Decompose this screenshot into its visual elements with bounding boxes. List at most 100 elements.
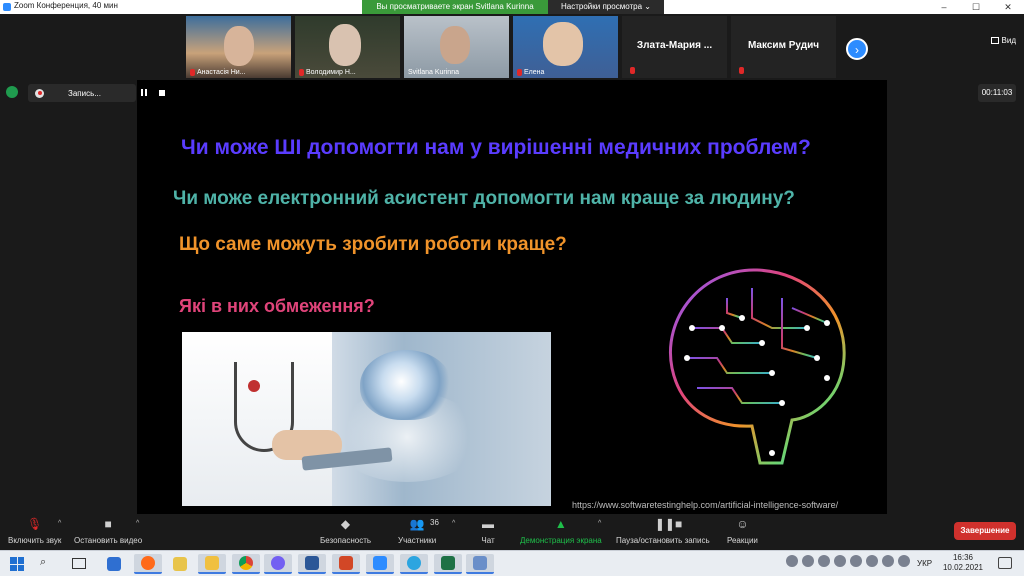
stop-share-icon[interactable] <box>159 90 165 96</box>
audio-options-caret-icon[interactable]: ^ <box>58 520 61 527</box>
taskbar-app-chrome[interactable] <box>232 554 260 574</box>
participant-name-label: Svitlana Kurinna <box>408 69 459 76</box>
view-options-button[interactable]: Настройки просмотра ⌄ <box>548 0 664 14</box>
screen-share-bar: Вы просматриваете экран Svitlana Kurinna… <box>362 0 664 14</box>
stethoscope-head <box>248 380 260 392</box>
video-options-caret-icon[interactable]: ^ <box>136 520 139 527</box>
taskbar-app-zoom[interactable] <box>366 554 394 574</box>
encryption-shield-icon[interactable] <box>6 86 18 98</box>
pause-share-icon[interactable] <box>141 89 147 96</box>
pause-recording-button[interactable]: ❚❚■ Пауза/остановить запись <box>616 518 710 545</box>
system-tray <box>786 555 910 567</box>
participant-name-label: Володимир Н... <box>299 69 356 76</box>
participants-options-caret-icon[interactable]: ^ <box>452 520 455 527</box>
security-button[interactable]: ◆ Безопасность <box>320 518 371 545</box>
participants-label: Участники <box>398 536 437 545</box>
taskbar-app-photos[interactable] <box>466 554 494 574</box>
stop-video-button[interactable]: ■ Остановить видео <box>74 518 142 545</box>
tray-icon[interactable] <box>818 555 830 567</box>
view-button[interactable]: Вид <box>990 36 1016 45</box>
participant-tile[interactable]: Злата-Мария ... <box>622 16 727 78</box>
reactions-button[interactable]: ☺ Реакции <box>727 518 758 545</box>
participants-count: 36 <box>430 518 439 527</box>
participant-tile[interactable]: Елена <box>513 16 618 78</box>
hologram-brain-icon <box>360 350 452 420</box>
participant-name: Володимир Н... <box>306 69 356 76</box>
taskbar-app-powerpoint[interactable] <box>332 554 360 574</box>
viber-icon <box>271 556 285 570</box>
taskbar-app-word[interactable] <box>298 554 326 574</box>
taskbar-app-telegram[interactable] <box>400 554 428 574</box>
chat-button[interactable]: ▬ Чат <box>480 518 496 545</box>
taskbar-app-explorer[interactable] <box>100 554 128 574</box>
taskbar-clock[interactable]: 16:36 10.02.2021 <box>938 553 988 573</box>
window-controls: – ☐ ✕ <box>928 0 1024 14</box>
next-participants-button[interactable]: › <box>846 38 868 60</box>
notifications-icon[interactable] <box>998 557 1012 569</box>
participant-video <box>329 24 361 66</box>
participant-video <box>224 26 254 66</box>
photos-icon <box>473 556 487 570</box>
participant-tile[interactable]: Максим Рудич <box>731 16 836 78</box>
meeting-timer: 00:11:03 <box>978 84 1016 102</box>
search-icon[interactable]: ⌕ <box>40 556 46 569</box>
windows-start-icon[interactable] <box>10 557 24 571</box>
keyboard-language[interactable]: УКР <box>917 559 932 568</box>
slide-source-url: https://www.softwaretestinghelp.com/arti… <box>572 500 839 510</box>
participant-tile[interactable]: Володимир Н... <box>295 16 400 78</box>
camera-icon: ■ <box>104 517 112 531</box>
participant-gallery: Анастасія Ни... Володимир Н... Svitlana … <box>0 14 1024 80</box>
shared-screen: Чи може ШІ допомогти нам у вирішенні мед… <box>137 80 887 514</box>
share-screen-label: Демонстрация экрана <box>520 536 602 545</box>
end-meeting-button[interactable]: Завершение <box>954 522 1016 540</box>
tray-icon[interactable] <box>866 555 878 567</box>
mic-muted-icon <box>190 69 195 76</box>
slide-question-3: Що саме можуть зробити роботи краще? <box>179 234 567 255</box>
meeting-toolbar: 🎙 Включить звук ^ ■ Остановить видео ^ ◆… <box>0 514 1024 550</box>
tray-icon[interactable] <box>786 555 798 567</box>
zoom-logo-icon <box>3 3 11 11</box>
mic-muted-icon <box>299 69 304 76</box>
folder-icon <box>173 557 187 571</box>
tray-icon[interactable] <box>850 555 862 567</box>
share-screen-button[interactable]: ▲ Демонстрация экрана <box>520 518 602 545</box>
task-view-icon[interactable] <box>72 558 86 569</box>
shield-icon: ◆ <box>340 517 351 531</box>
participant-tile[interactable]: Svitlana Kurinna <box>404 16 509 78</box>
pause-stop-icon: ❚❚■ <box>654 517 683 531</box>
taskbar-app-files[interactable] <box>166 554 194 574</box>
taskbar-app-excel[interactable] <box>434 554 462 574</box>
tray-icon[interactable] <box>802 555 814 567</box>
participant-tile[interactable]: Анастасія Ни... <box>186 16 291 78</box>
tray-icon[interactable] <box>898 555 910 567</box>
participants-icon: 👥 <box>409 517 425 531</box>
taskbar-app-folder[interactable] <box>198 554 226 574</box>
taskbar-app-viber[interactable] <box>264 554 292 574</box>
window-titlebar: Zoom Конференция, 40 мин Вы просматривае… <box>0 0 1024 14</box>
participant-video <box>440 26 470 64</box>
grid-view-icon <box>990 37 999 44</box>
mic-muted-icon: 🎙 <box>27 517 43 531</box>
tray-icon[interactable] <box>834 555 846 567</box>
participant-name: Елена <box>524 69 545 76</box>
share-options-caret-icon[interactable]: ^ <box>598 520 601 527</box>
recording-indicator[interactable]: Запись... <box>28 84 136 102</box>
reactions-label: Реакции <box>727 536 758 545</box>
chat-label: Чат <box>481 536 495 545</box>
clock-time: 16:36 <box>952 553 974 562</box>
participant-video <box>543 22 583 66</box>
chrome-icon <box>239 556 253 570</box>
record-icon <box>35 88 44 98</box>
minimize-button[interactable]: – <box>928 0 960 14</box>
unmute-button[interactable]: 🎙 Включить звук <box>8 518 61 545</box>
close-button[interactable]: ✕ <box>992 0 1024 14</box>
unmute-label: Включить звук <box>8 536 62 545</box>
taskbar-app-firefox[interactable] <box>134 554 162 574</box>
share-screen-icon: ▲ <box>554 517 567 531</box>
doctor-ai-photo <box>182 332 551 506</box>
tray-icon[interactable] <box>882 555 894 567</box>
word-icon <box>305 556 319 570</box>
maximize-button[interactable]: ☐ <box>960 0 992 14</box>
security-label: Безопасность <box>320 536 372 545</box>
participant-name: Svitlana Kurinna <box>408 69 459 76</box>
